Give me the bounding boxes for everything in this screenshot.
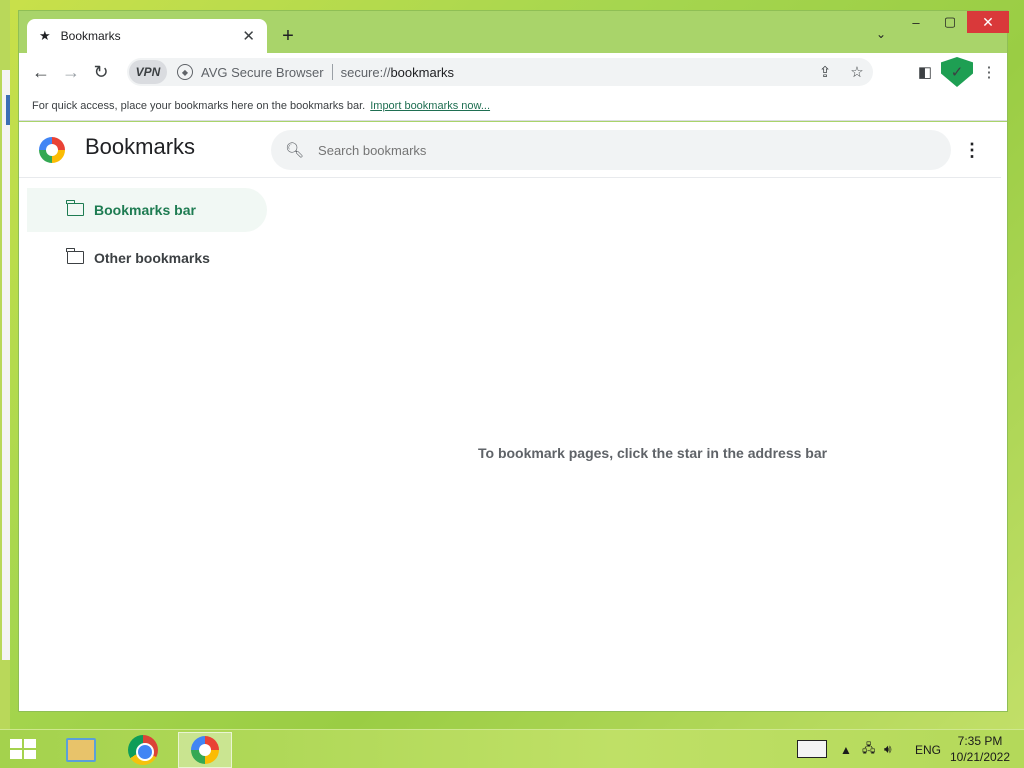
desktop-window-sliver: [2, 70, 10, 660]
windows-logo-icon: [10, 739, 22, 748]
tab-title: Bookmarks: [60, 29, 121, 43]
tab-strip: ★ Bookmarks ✕ + ⌄ – ▢ ✕: [19, 11, 1009, 53]
file-explorer-icon: [66, 738, 96, 762]
sidebar-item-bookmarks-bar[interactable]: Bookmarks bar: [27, 188, 267, 232]
url-scheme: secure://: [340, 64, 391, 80]
browser-window: ★ Bookmarks ✕ + ⌄ – ▢ ✕ ← → ↻ VPN ◆ AVG …: [18, 10, 1009, 712]
url-host: bookmarks: [390, 64, 455, 80]
search-box[interactable]: 🔍︎: [271, 130, 951, 170]
desktop-window-accent: [6, 95, 10, 125]
folder-icon: [66, 248, 84, 264]
close-window-button[interactable]: ✕: [967, 11, 1009, 33]
language-indicator[interactable]: ENG: [915, 730, 941, 768]
omnibox-divider: [331, 64, 333, 80]
sidebar-item-label: Bookmarks bar: [94, 202, 196, 218]
taskbar-file-explorer[interactable]: [54, 732, 108, 768]
organize-menu-icon[interactable]: ⋮: [963, 140, 981, 161]
close-tab-icon[interactable]: ✕: [242, 27, 255, 45]
search-icon: 🔍︎: [285, 142, 305, 159]
chrome-icon: [128, 735, 158, 765]
sidebar-item-label: Other bookmarks: [94, 250, 210, 266]
star-icon: ★: [39, 28, 51, 43]
omnibox-actions: ⇪ ☆: [809, 58, 873, 86]
tab-bookmarks[interactable]: ★ Bookmarks ✕: [27, 19, 267, 53]
taskbar: ▲ 🖧︎ 🔊︎ ENG 7:35 PM 10/21/2022: [0, 729, 1024, 768]
bookmark-star-icon[interactable]: ☆: [841, 63, 873, 81]
system-clock[interactable]: 7:35 PM 10/21/2022: [944, 733, 1016, 765]
network-icon[interactable]: 🖧︎: [862, 730, 875, 768]
forward-arrow-icon[interactable]: →: [56, 57, 86, 87]
folder-icon: [66, 200, 84, 216]
back-arrow-icon[interactable]: ←: [26, 57, 56, 87]
avg-extension-icon[interactable]: ✓: [941, 57, 973, 87]
clock-time: 7:35 PM: [957, 734, 1003, 748]
clock-date: 10/21/2022: [949, 750, 1011, 764]
show-hidden-icons-chevron-icon[interactable]: ▲: [840, 730, 852, 768]
taskbar-chrome[interactable]: [116, 732, 170, 768]
address-bar[interactable]: VPN ◆ AVG Secure Browser secure://bookma…: [127, 58, 873, 86]
browser-brand-label: AVG Secure Browser: [201, 64, 324, 80]
bookmarks-page: Bookmarks 🔍︎ ⋮ Bookmarks bar Other bookm…: [19, 122, 1007, 711]
page-title: Bookmarks: [85, 134, 196, 159]
reload-icon[interactable]: ↻: [86, 57, 116, 87]
maximize-button[interactable]: ▢: [936, 11, 964, 33]
empty-state-message: To bookmark pages, click the star in the…: [478, 445, 828, 461]
toolbar-right: ◧ ✓ ⋮: [909, 57, 1005, 87]
avg-logo-icon: [39, 137, 65, 163]
minimize-button[interactable]: –: [902, 11, 930, 33]
avg-shield-icon: ◆: [177, 64, 193, 80]
browser-toolbar: ← → ↻ VPN ◆ AVG Secure Browser secure://…: [19, 53, 1007, 91]
vpn-button[interactable]: VPN: [129, 60, 167, 84]
taskbar-avg-browser[interactable]: [178, 732, 232, 768]
bookmarks-bar: For quick access, place your bookmarks h…: [19, 91, 1007, 121]
side-panel-icon[interactable]: ◧: [909, 57, 941, 87]
search-input[interactable]: [318, 142, 919, 158]
volume-icon[interactable]: 🔊︎: [884, 730, 892, 768]
avg-browser-icon: [191, 736, 219, 764]
start-button[interactable]: [10, 739, 38, 761]
new-tab-button[interactable]: +: [277, 25, 299, 47]
import-bookmarks-link[interactable]: Import bookmarks now...: [370, 100, 490, 112]
tab-search-chevron-icon[interactable]: ⌄: [876, 27, 886, 41]
desktop-background-edge: [0, 0, 10, 730]
bookmarks-bar-hint: For quick access, place your bookmarks h…: [32, 99, 366, 112]
page-header: Bookmarks 🔍︎ ⋮: [19, 122, 1001, 178]
menu-kebab-icon[interactable]: ⋮: [973, 57, 1005, 87]
share-icon[interactable]: ⇪: [809, 63, 841, 81]
touch-keyboard-icon[interactable]: [797, 740, 827, 758]
sidebar-item-other-bookmarks[interactable]: Other bookmarks: [27, 236, 267, 280]
